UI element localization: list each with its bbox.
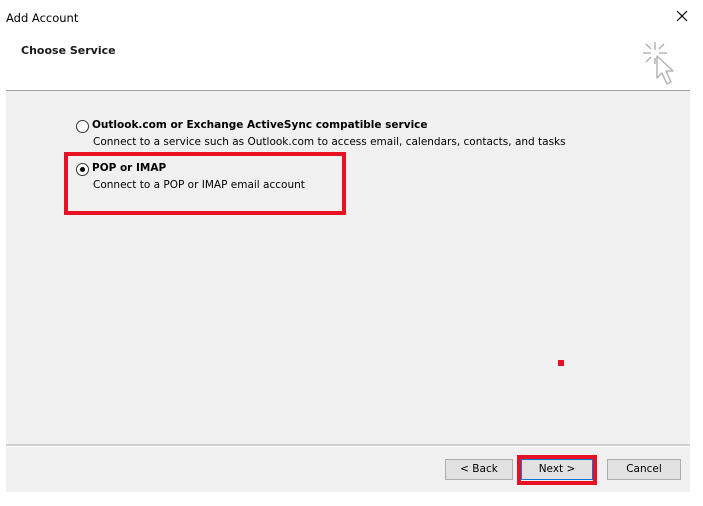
next-button[interactable]: Next > [521,459,593,480]
radio-pop-imap[interactable] [76,163,89,176]
content-panel [6,91,690,492]
dialog-title: Add Account [6,11,79,25]
close-icon[interactable] [674,8,690,24]
option-label[interactable]: Outlook.com or Exchange ActiveSync compa… [92,119,428,131]
cursor-sparkle-icon [643,42,674,85]
cancel-button[interactable]: Cancel [607,459,681,480]
option-label[interactable]: POP or IMAP [92,162,166,174]
option-description: Connect to a service such as Outlook.com… [93,136,566,148]
page-subtitle: Choose Service [21,44,116,57]
radio-outlook-activesync[interactable] [76,120,89,133]
back-button[interactable]: < Back [445,459,513,480]
radio-selected-dot [80,167,85,172]
option-description: Connect to a POP or IMAP email account [93,179,305,191]
footer-divider [6,444,690,447]
annotation-marker [558,360,564,366]
